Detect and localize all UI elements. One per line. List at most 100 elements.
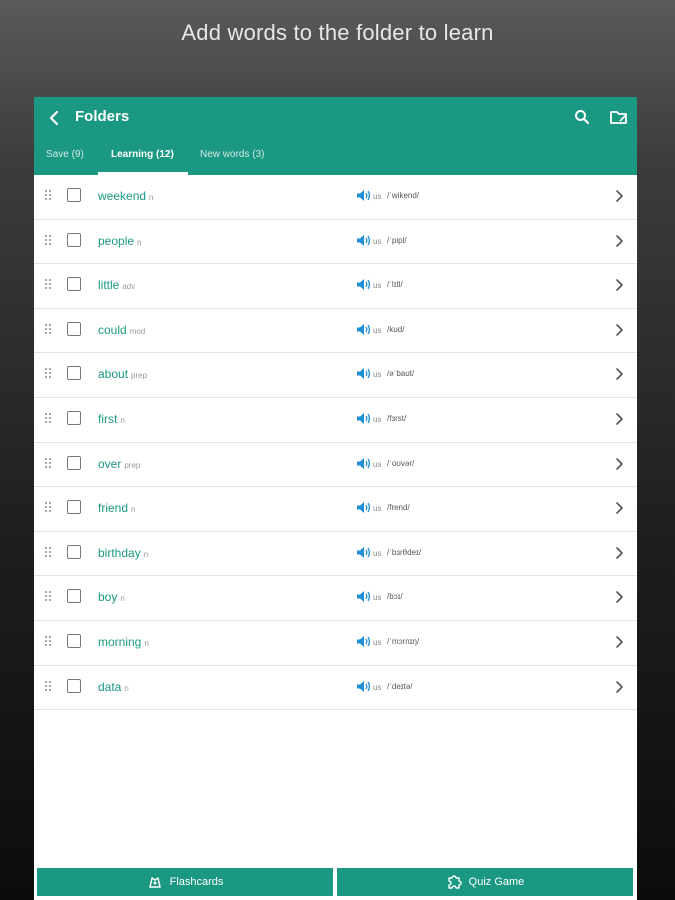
chevron-right-icon[interactable] [614,457,624,471]
word-row[interactable]: first n us /fɜrst/ [34,398,637,443]
chevron-right-icon[interactable] [614,278,624,292]
part-of-speech: n [144,638,149,648]
word-entry[interactable]: people n [98,234,142,248]
part-of-speech: prep [124,460,141,470]
drag-handle-icon[interactable] [44,278,52,290]
word-entry[interactable]: about prep [98,367,147,381]
part-of-speech: n [120,594,125,604]
select-checkbox[interactable] [67,321,81,336]
folder-edit-icon [610,111,627,124]
tab-save[interactable]: Save (9) [46,149,84,160]
speaker-icon[interactable] [356,590,371,603]
speaker-icon[interactable] [356,323,371,336]
chevron-right-icon[interactable] [614,590,624,604]
chevron-right-icon[interactable] [614,501,624,515]
drag-handle-icon[interactable] [44,323,52,335]
part-of-speech: n [137,237,142,247]
word-text: data [98,679,122,694]
word-row[interactable]: weekend n us /ˈwikend/ [34,175,637,220]
word-entry[interactable]: morning n [98,635,149,649]
back-button[interactable] [42,106,66,130]
select-checkbox[interactable] [67,633,81,648]
word-row[interactable]: little adv us /ˈlɪtl/ [34,264,637,309]
word-entry[interactable]: could mod [98,323,145,337]
chevron-right-icon[interactable] [614,189,624,203]
drag-handle-icon[interactable] [44,189,52,201]
speaker-icon[interactable] [356,546,371,559]
search-button[interactable] [572,107,592,127]
select-checkbox[interactable] [67,232,81,247]
tab-learning[interactable]: Learning (12) [111,149,174,160]
part-of-speech: n [131,505,136,515]
speaker-icon[interactable] [356,412,371,425]
chevron-right-icon[interactable] [614,412,624,426]
word-entry[interactable]: boy n [98,590,125,604]
chevron-right-icon[interactable] [614,680,624,694]
app-bar: Folders Save (9) Learning (12) New words… [34,97,637,175]
word-text: friend [98,501,129,516]
word-row[interactable]: boy n us /bɔɪ/ [34,576,637,621]
drag-handle-icon[interactable] [44,680,52,692]
flashcards-icon [148,877,161,888]
word-row[interactable]: could mod us /kʊd/ [34,309,637,354]
select-checkbox[interactable] [67,500,81,515]
part-of-speech: n [124,683,129,693]
quiz-game-button[interactable]: Quiz Game [337,868,633,896]
word-entry[interactable]: first n [98,412,125,426]
chevron-right-icon[interactable] [614,234,624,248]
drag-handle-icon[interactable] [44,501,52,513]
word-text: boy [98,590,118,605]
chevron-right-icon[interactable] [614,323,624,337]
word-row[interactable]: over prep us /ˈoʊvər/ [34,443,637,488]
word-text: first [98,411,118,426]
word-row[interactable]: friend n us /frend/ [34,487,637,532]
drag-handle-icon[interactable] [44,457,52,469]
drag-handle-icon[interactable] [44,367,52,379]
flashcards-button[interactable]: Flashcards [37,868,333,896]
speaker-icon[interactable] [356,457,371,470]
chevron-right-icon[interactable] [614,635,624,649]
tab-new-words[interactable]: New words (3) [200,149,264,160]
speaker-icon[interactable] [356,234,371,247]
speaker-icon[interactable] [356,189,371,202]
select-checkbox[interactable] [67,544,81,559]
word-entry[interactable]: birthday n [98,546,148,560]
drag-handle-icon[interactable] [44,412,52,424]
drag-handle-icon[interactable] [44,590,52,602]
select-checkbox[interactable] [67,410,81,425]
select-checkbox[interactable] [67,589,81,604]
word-entry[interactable]: friend n [98,501,135,515]
select-checkbox[interactable] [67,277,81,292]
speaker-icon[interactable] [356,680,371,693]
select-checkbox[interactable] [67,678,81,693]
speaker-icon[interactable] [356,635,371,648]
pronunciation: /frend/ [387,503,410,513]
word-row[interactable]: morning n us /ˈmɔrnɪŋ/ [34,621,637,666]
speaker-icon[interactable] [356,278,371,291]
word-row[interactable]: people n us /ˈpipl/ [34,220,637,265]
accent-region: us [373,192,382,201]
word-entry[interactable]: weekend n [98,189,154,203]
accent-region: us [373,548,382,558]
word-entry[interactable]: little adv [98,278,135,292]
quiz-game-label: Quiz Game [468,876,525,888]
chevron-right-icon[interactable] [614,546,624,560]
word-entry[interactable]: over prep [98,457,140,471]
drag-handle-icon[interactable] [44,234,52,246]
select-checkbox[interactable] [67,455,81,470]
word-row[interactable]: birthday n us /ˈbɜrθdeɪ/ [34,532,637,577]
app-screen: Folders Save (9) Learning (12) New words… [34,97,637,900]
accent-region: us [373,459,382,469]
select-checkbox[interactable] [67,366,81,381]
accent-region: us [373,325,382,335]
word-row[interactable]: about prep us /əˈbaʊt/ [34,353,637,398]
speaker-icon[interactable] [356,367,371,380]
word-row[interactable]: data n us /ˈdeɪtə/ [34,666,637,711]
select-checkbox[interactable] [67,188,81,202]
chevron-right-icon[interactable] [614,367,624,381]
drag-handle-icon[interactable] [44,546,52,558]
new-folder-button[interactable] [608,107,630,127]
word-entry[interactable]: data n [98,680,129,694]
drag-handle-icon[interactable] [44,635,52,647]
speaker-icon[interactable] [356,501,371,514]
